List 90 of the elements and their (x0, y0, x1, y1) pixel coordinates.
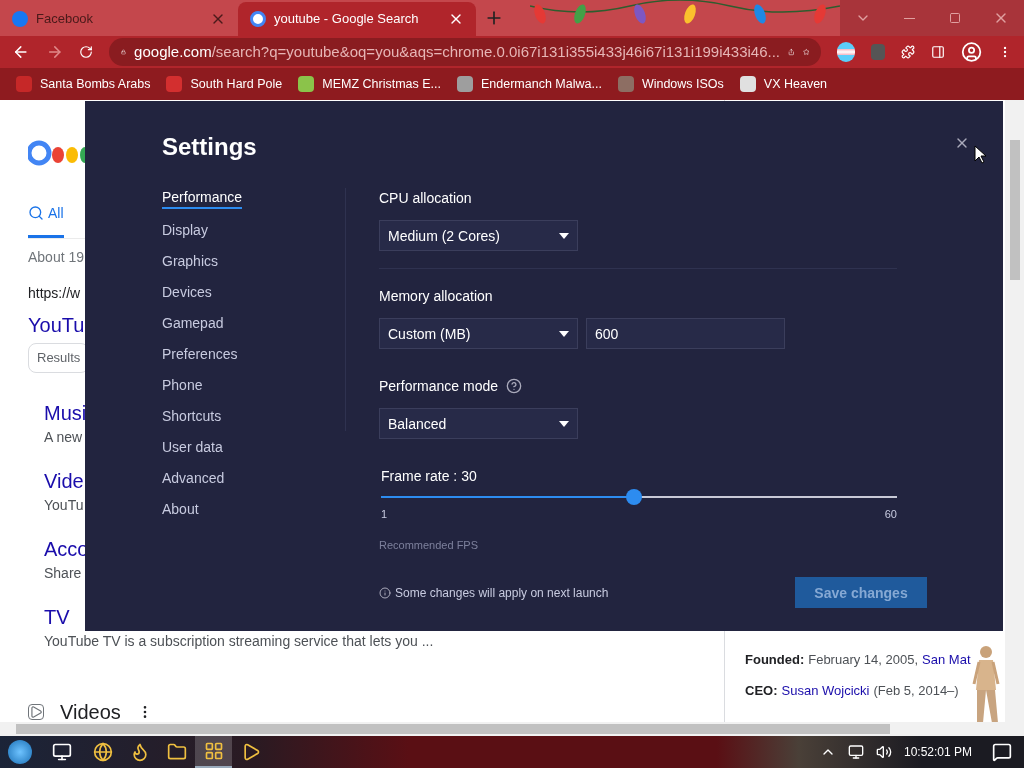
nav-item[interactable]: Preferences (162, 345, 238, 364)
dropdown[interactable]: Balanced (379, 408, 578, 439)
fact-link[interactable]: San Mat (922, 650, 971, 670)
start-button[interactable] (8, 740, 32, 764)
caret-icon (559, 232, 569, 239)
result-title[interactable]: YouTu (28, 311, 85, 339)
fact-value: February 14, 2005, (808, 651, 919, 669)
fact-value: (Feb 5, 2014–) (873, 681, 959, 700)
notification-icon[interactable] (992, 742, 1012, 762)
caret-icon (559, 330, 569, 337)
nav-item[interactable]: About (162, 500, 199, 519)
help-icon[interactable] (506, 378, 523, 394)
fact-link[interactable]: Susan Wojcicki (781, 680, 870, 700)
bookmark-icon (617, 76, 634, 92)
nav-item[interactable]: Performance (162, 188, 243, 209)
browser-tab[interactable]: youtube - Google Search (238, 2, 476, 36)
videos-heading: Videos (60, 699, 121, 722)
tab-title: youtube - Google Search (274, 10, 420, 29)
sitelink-snippet: Share (44, 563, 82, 583)
globe-icon (92, 742, 113, 762)
cursor-icon (974, 145, 986, 164)
reload-icon[interactable] (79, 44, 94, 60)
g-icon (250, 11, 266, 27)
frame-rate-slider[interactable] (381, 489, 897, 505)
result-url: https://w (28, 284, 81, 303)
search-icon (28, 205, 44, 221)
bookmark-icon (739, 76, 756, 92)
nav-item[interactable]: Graphics (162, 252, 219, 271)
dialog-title: Settings (162, 132, 257, 162)
sitelink-snippet: YouTu (44, 495, 84, 515)
bookmark[interactable]: Windows ISOs (617, 74, 724, 94)
result-count: About 19 (28, 248, 85, 267)
minimize-icon (903, 17, 915, 19)
bookmark[interactable]: South Hard Pole (166, 74, 283, 94)
restore-icon (949, 12, 961, 24)
slider-thumb[interactable] (625, 489, 642, 505)
nav-item[interactable]: Display (162, 221, 208, 240)
folder-icon (166, 742, 187, 762)
task-view-icon[interactable] (52, 742, 72, 762)
address-bar[interactable]: google.com/search?q=youtube&oq=you&aqs=chrome.0.0i67i131i355i433j46i67i131i199i433i46... (109, 38, 822, 66)
frame-rate-label: Frame rate : 30 (381, 467, 478, 486)
sitelink-title[interactable]: Vide (44, 466, 84, 495)
video-icon (28, 703, 44, 720)
bookmark[interactable]: Santa Bombs Arabs (16, 74, 151, 94)
field-label: Memory allocation (379, 287, 493, 306)
field-label: CPU allocation (379, 189, 472, 208)
tab-title: Facebook (36, 10, 95, 29)
hint-text: Recommended FPS (379, 537, 480, 553)
network-icon[interactable] (847, 744, 864, 760)
f-icon (12, 11, 28, 27)
nav-item[interactable]: User data (162, 438, 223, 457)
lock-icon (121, 46, 127, 58)
all-tab[interactable]: All (28, 203, 64, 238)
fact-label: Founded: (745, 651, 805, 669)
vertical-scrollbar[interactable] (1005, 100, 1024, 722)
taskbar-app[interactable] (195, 736, 232, 768)
caret-icon (559, 420, 569, 427)
grid-icon (203, 741, 224, 761)
bookmark-icon (166, 76, 183, 92)
side-panel-icon[interactable] (930, 44, 945, 60)
nav-item[interactable]: Gamepad (162, 314, 224, 333)
bookmark-icon (16, 76, 32, 92)
memory-field[interactable]: 600 (586, 318, 785, 349)
puzzle-icon[interactable] (900, 44, 915, 60)
profile-icon[interactable] (960, 40, 982, 64)
sitelink-snippet: A new (44, 427, 83, 447)
bookmark-icon (457, 76, 473, 92)
clock[interactable]: 10:52:01 PM (903, 744, 972, 760)
dropdown[interactable]: Custom (MB) (379, 318, 578, 349)
bookmark-icon (298, 76, 315, 92)
field-label: Performance mode (379, 377, 499, 396)
nav-item[interactable]: Advanced (162, 469, 225, 488)
sitelink-title[interactable]: TV (44, 602, 70, 631)
dropdown[interactable]: Medium (2 Cores) (379, 220, 578, 251)
sitelink-snippet: YouTube TV is a subscription streaming service that lets you ... (44, 631, 434, 651)
slider-min: 1 (381, 507, 388, 522)
bookmark[interactable]: VX Heaven (739, 74, 828, 94)
sitelink-title[interactable]: Musi (44, 398, 87, 427)
info-icon (379, 586, 391, 599)
bookmark[interactable]: MEMZ Christmas E... (298, 74, 441, 94)
note-text: Some changes will apply on next launch (395, 584, 609, 601)
volume-icon[interactable] (875, 744, 892, 760)
flag-icon[interactable] (837, 42, 855, 62)
horizontal-scrollbar[interactable] (0, 722, 1024, 736)
nav-item[interactable]: Shortcuts (162, 407, 222, 426)
nav-item[interactable]: Phone (162, 376, 203, 395)
bookmark[interactable]: Endermanch Malwa... (457, 74, 602, 94)
slider-max: 60 (884, 507, 897, 522)
nav-item[interactable]: Devices (162, 283, 212, 302)
fact-label: CEO: (745, 681, 778, 700)
